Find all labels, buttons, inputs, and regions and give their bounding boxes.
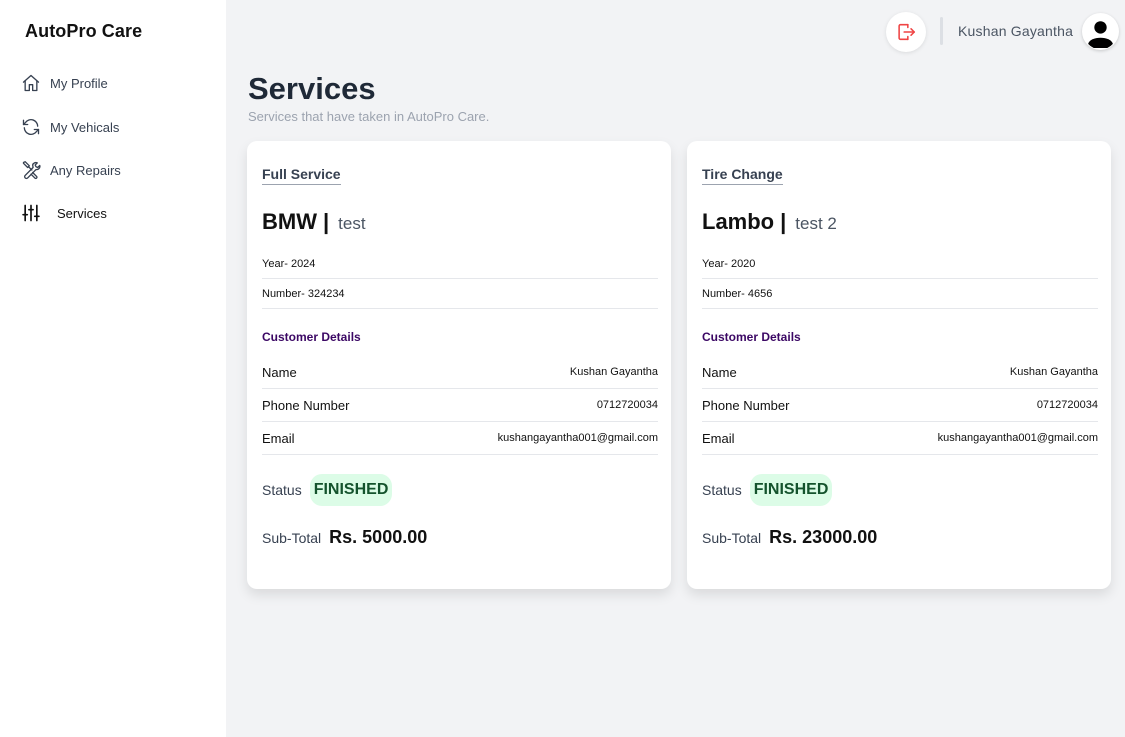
vehicle-brand: BMW [262, 209, 317, 234]
sidebar-item-services[interactable]: Services [21, 201, 107, 225]
service-card: Full Service BMW | test Year- 2024 Numbe… [247, 141, 671, 589]
customer-phone-label: Phone Number [262, 397, 350, 413]
vehicle-title: BMW | test [262, 209, 366, 235]
customer-email-label: Email [702, 430, 735, 446]
tools-icon [21, 160, 41, 180]
sidebar-item-any-repairs[interactable]: Any Repairs [21, 158, 121, 182]
logout-icon [895, 21, 917, 43]
customer-name-value: Kushan Gayantha [1009, 366, 1098, 378]
status-label: Status [262, 482, 302, 498]
sidebar: AutoPro Care My Profile My Vehicals Any … [0, 0, 226, 737]
customer-email-value: kushangayantha001@gmail.com [937, 432, 1098, 444]
customer-phone-value: 0712720034 [1036, 399, 1098, 411]
sidebar-item-my-vehicals[interactable]: My Vehicals [21, 115, 119, 139]
vehicle-number: Number- 4656 [702, 279, 1098, 309]
customer-phone-label: Phone Number [702, 397, 790, 413]
status-label: Status [702, 482, 742, 498]
user-avatar-icon [1084, 15, 1117, 48]
user-name: Kushan Gayantha [958, 23, 1074, 39]
sidebar-item-my-profile[interactable]: My Profile [21, 71, 108, 95]
customer-email-row: Email kushangayantha001@gmail.com [702, 422, 1098, 455]
customer-details-title: Customer Details [702, 330, 801, 344]
vehicle-model: test 2 [795, 214, 837, 233]
vehicle-number: Number- 324234 [262, 279, 658, 309]
page-title: Services [248, 71, 376, 106]
service-type: Tire Change [702, 166, 783, 185]
title-separator: | [322, 209, 330, 234]
customer-name-row: Name Kushan Gayantha [262, 356, 658, 389]
customer-phone-row: Phone Number 0712720034 [262, 389, 658, 422]
title-separator: | [780, 209, 787, 234]
status-badge: FINISHED [749, 474, 833, 506]
vehicle-brand: Lambo [702, 209, 775, 234]
sidebar-item-label: Any Repairs [50, 162, 121, 178]
status-line: Status FINISHED [702, 474, 833, 506]
vehicle-year: Year- 2024 [262, 249, 658, 279]
customer-details-title: Customer Details [262, 330, 361, 344]
app-brand: AutoPro Care [25, 21, 143, 41]
subtotal-line: Sub-Total Rs. 5000.00 [262, 527, 427, 548]
vehicle-title: Lambo | test 2 [702, 209, 837, 235]
avatar[interactable] [1082, 13, 1119, 50]
customer-phone-value: 0712720034 [596, 399, 658, 411]
vehicle-model: test [338, 214, 366, 233]
service-card: Tire Change Lambo | test 2 Year- 2020 Nu… [687, 141, 1111, 589]
subtotal-line: Sub-Total Rs. 23000.00 [702, 527, 877, 548]
subtotal-value: Rs. 5000.00 [329, 527, 428, 547]
customer-name-label: Name [702, 364, 737, 380]
sliders-icon [21, 203, 41, 223]
customer-email-label: Email [262, 430, 295, 446]
sidebar-item-label: Services [57, 205, 107, 221]
page-subtitle: Services that have taken in AutoPro Care… [248, 109, 490, 124]
customer-phone-row: Phone Number 0712720034 [702, 389, 1098, 422]
subtotal-label: Sub-Total [702, 530, 762, 546]
service-type: Full Service [262, 166, 341, 185]
status-badge: FINISHED [309, 474, 393, 506]
customer-name-label: Name [262, 364, 297, 380]
home-icon [21, 73, 41, 93]
customer-name-row: Name Kushan Gayantha [702, 356, 1098, 389]
customer-email-value: kushangayantha001@gmail.com [497, 432, 658, 444]
refresh-icon [21, 117, 41, 137]
logout-button[interactable] [886, 12, 926, 52]
customer-email-row: Email kushangayantha001@gmail.com [262, 422, 658, 455]
status-line: Status FINISHED [262, 474, 393, 506]
customer-name-value: Kushan Gayantha [569, 366, 658, 378]
vehicle-year: Year- 2020 [702, 249, 1098, 279]
subtotal-label: Sub-Total [262, 530, 322, 546]
sidebar-item-label: My Vehicals [50, 119, 120, 135]
subtotal-value: Rs. 23000.00 [769, 527, 878, 547]
sidebar-item-label: My Profile [50, 75, 108, 91]
header-divider [940, 17, 943, 45]
